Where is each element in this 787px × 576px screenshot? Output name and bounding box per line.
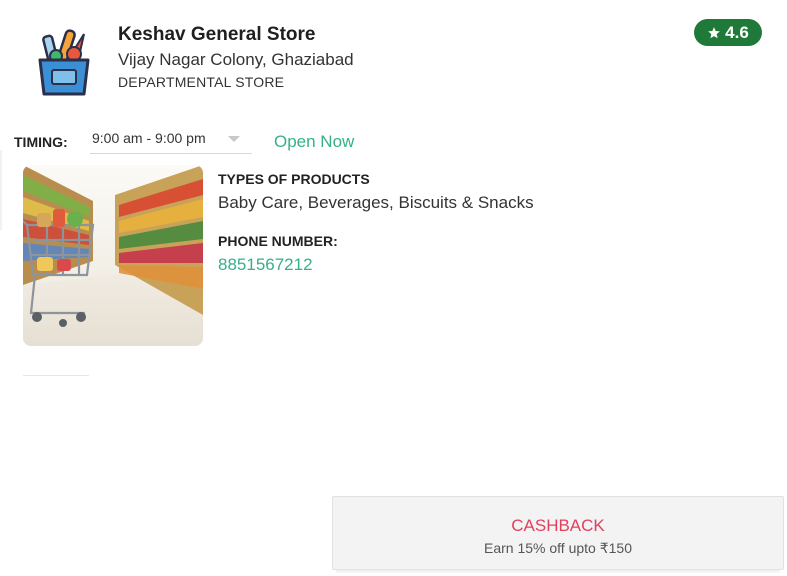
grocery-bag-icon <box>38 29 90 96</box>
rating-badge: 4.6 <box>694 19 762 46</box>
store-logo <box>34 26 94 98</box>
rating-value: 4.6 <box>725 22 749 42</box>
timing-dropdown[interactable]: 9:00 am - 9:00 pm <box>90 124 252 154</box>
phone-heading: PHONE NUMBER: <box>218 233 338 249</box>
store-address: Vijay Nagar Colony, Ghaziabad <box>118 50 354 69</box>
cashback-title: CASHBACK <box>511 516 605 535</box>
cashback-subtitle: Earn 15% off upto ₹150 <box>484 540 632 556</box>
star-icon <box>708 26 721 38</box>
chevron-down-icon <box>228 136 240 142</box>
timing-label: TIMING: <box>14 134 68 150</box>
timing-value: 9:00 am - 9:00 pm <box>92 130 206 146</box>
store-name: Keshav General Store <box>118 24 316 45</box>
divider <box>23 375 89 376</box>
open-status: Open Now <box>274 132 355 151</box>
phone-number-link[interactable]: 8851567212 <box>218 255 313 275</box>
store-category: DEPARTMENTAL STORE <box>118 74 285 90</box>
products-list: Baby Care, Beverages, Biscuits & Snacks <box>218 193 534 212</box>
products-heading: TYPES OF PRODUCTS <box>218 171 370 187</box>
edge-shadow <box>0 150 3 230</box>
cashback-card[interactable]: CASHBACK Earn 15% off upto ₹150 <box>332 496 784 574</box>
store-photo <box>23 165 203 346</box>
